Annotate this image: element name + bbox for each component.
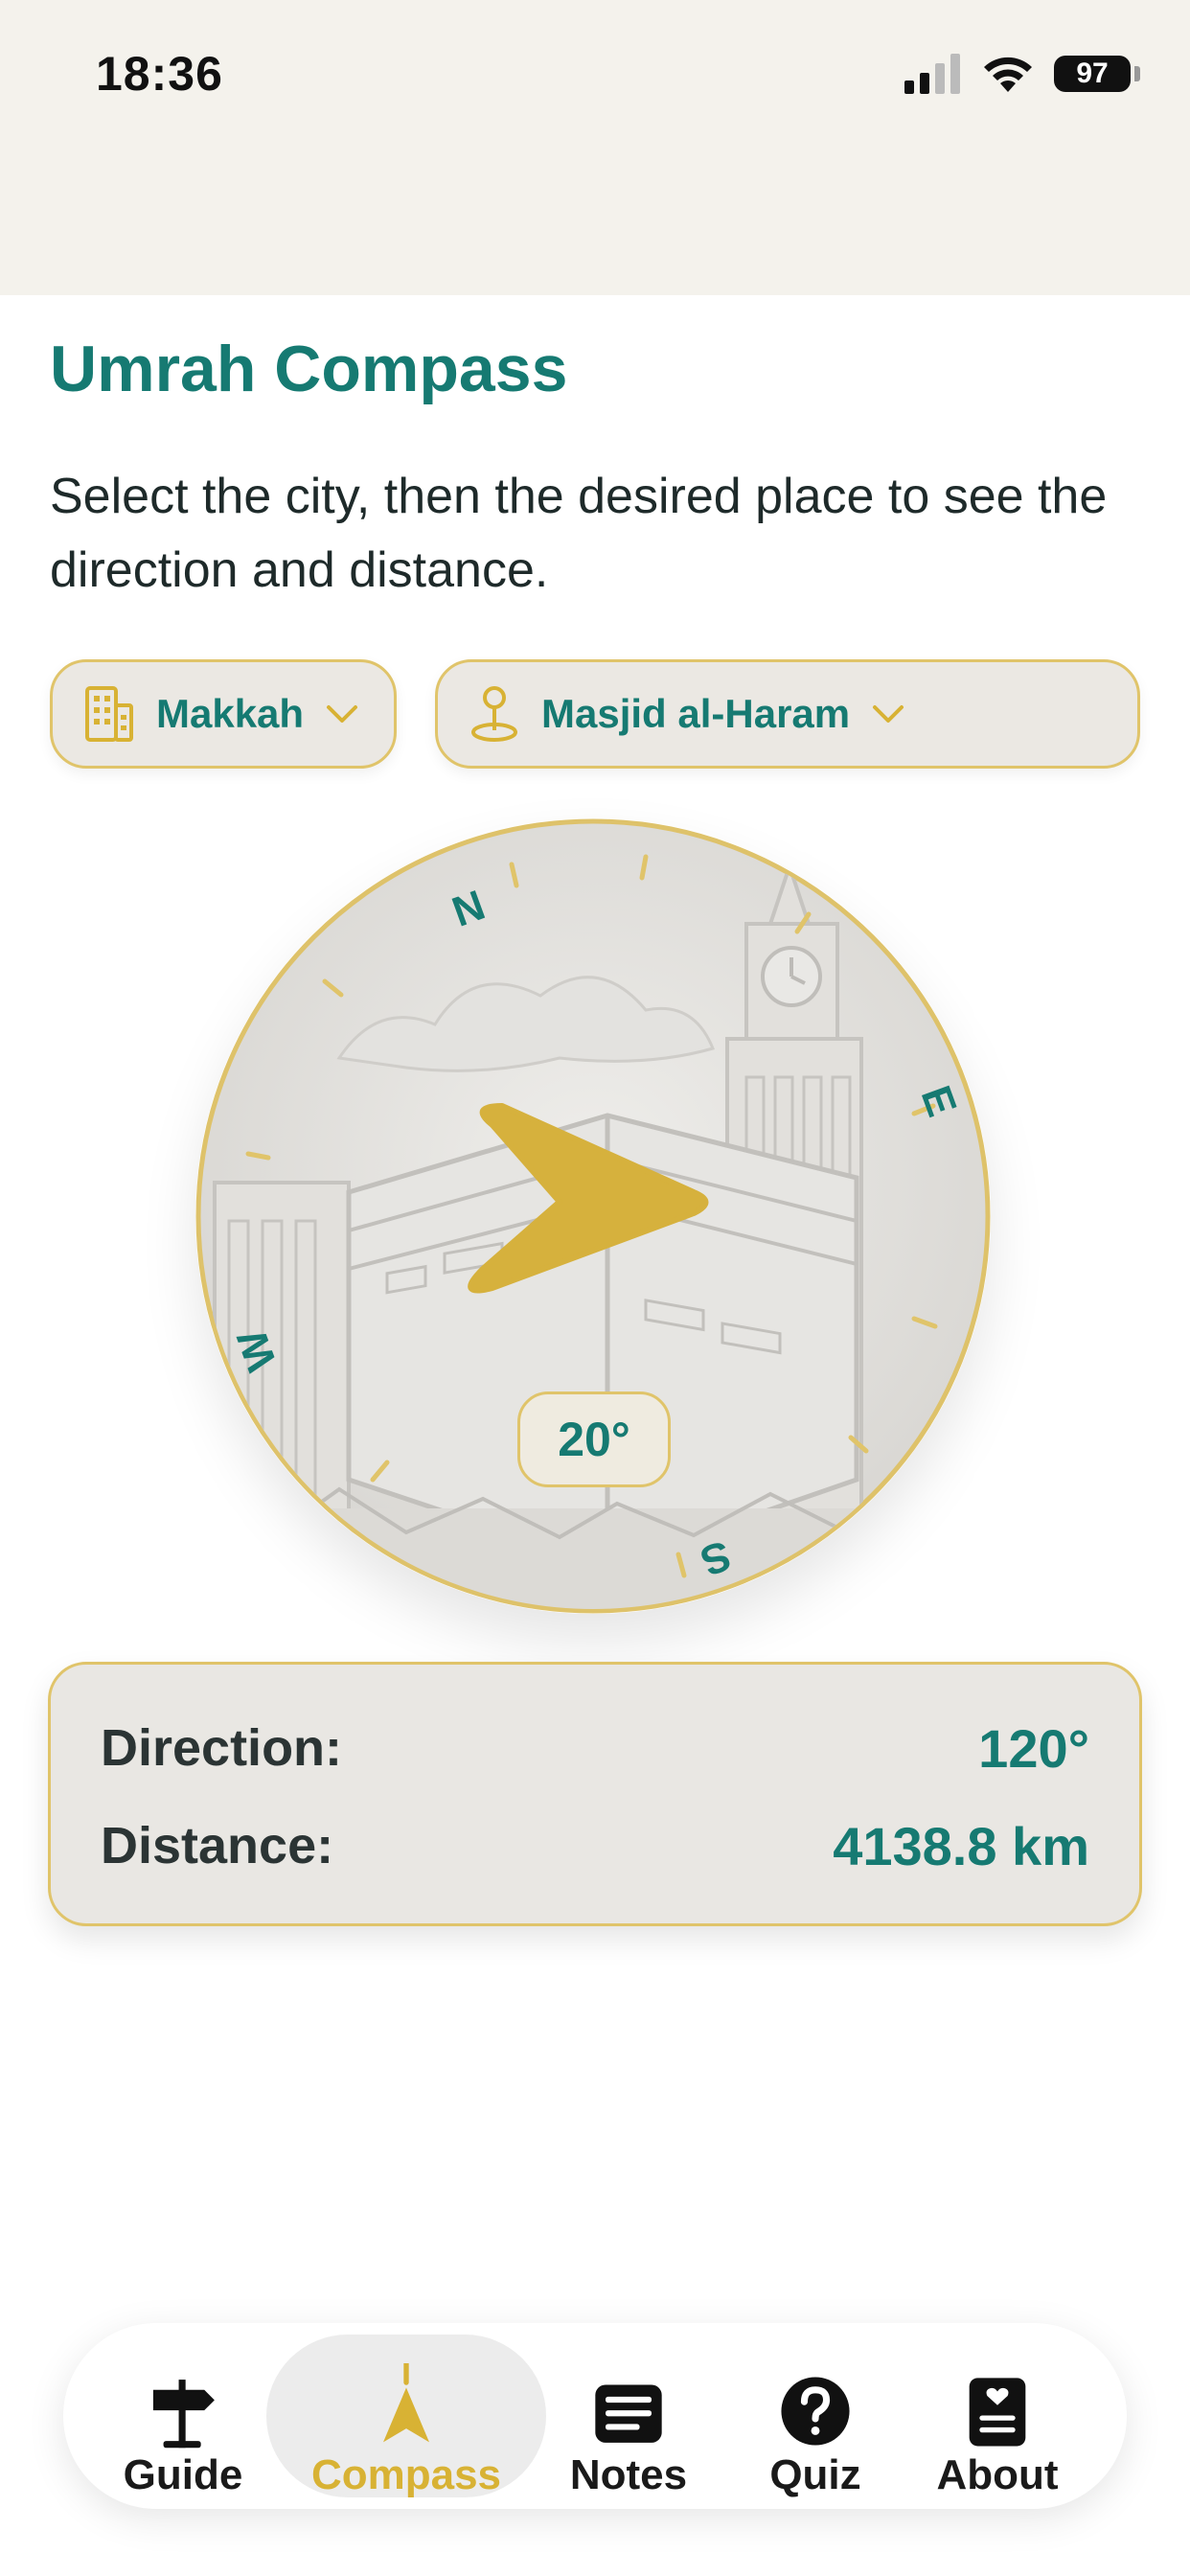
signpost-icon	[140, 2363, 226, 2450]
tab-about-label: About	[936, 2451, 1059, 2498]
city-select[interactable]: Makkah	[50, 659, 397, 769]
tab-guide-label: Guide	[123, 2451, 243, 2498]
chevron-down-icon	[327, 705, 358, 723]
battery-cap	[1134, 66, 1140, 81]
tab-compass-label: Compass	[310, 2451, 502, 2498]
page-title: Umrah Compass	[50, 333, 568, 405]
tab-notes-label: Notes	[569, 2451, 688, 2498]
info-card: Direction: 120° Distance: 4138.8 km	[48, 1662, 1142, 1926]
distance-label: Distance:	[101, 1817, 334, 1874]
building-icon	[81, 684, 137, 744]
status-icons: 97	[904, 52, 1144, 98]
direction-value: 120°	[978, 1717, 1089, 1779]
direction-label: Direction:	[101, 1719, 343, 1777]
tab-guide[interactable]: Guide	[111, 2323, 255, 2509]
city-select-label: Makkah	[156, 691, 305, 736]
direction-row: Direction: 120°	[101, 1714, 1089, 1782]
status-bar: 18:36 97	[0, 0, 1190, 295]
distance-value: 4138.8 km	[833, 1815, 1089, 1876]
tab-about[interactable]: About	[916, 2323, 1079, 2509]
page-subtitle: Select the city, then the desired place …	[50, 469, 1108, 598]
compass[interactable]: N E S W	[195, 818, 991, 1614]
place-select[interactable]: Masjid al-Haram	[435, 659, 1140, 769]
heading-badge: 20°	[517, 1392, 671, 1487]
battery-icon: 97	[1054, 56, 1131, 92]
location-pin-icon	[467, 684, 522, 744]
place-select-label: Masjid al-Haram	[541, 691, 851, 736]
tab-quiz[interactable]: Quiz	[744, 2323, 887, 2509]
distance-row: Distance: 4138.8 km	[101, 1812, 1089, 1879]
status-time: 18:36	[96, 47, 223, 101]
wifi-icon	[984, 57, 1032, 92]
compass-arrow-icon	[363, 2363, 449, 2450]
tab-bar: Guide Compass Notes Quiz About	[63, 2323, 1127, 2509]
tab-quiz-label: Quiz	[769, 2451, 861, 2498]
question-mark-icon	[772, 2363, 858, 2450]
about-icon	[954, 2363, 1041, 2450]
notes-icon	[585, 2363, 672, 2450]
compass-dial: N E S W	[195, 818, 991, 1614]
tab-notes[interactable]: Notes	[542, 2323, 715, 2509]
tab-compass[interactable]: Compass	[266, 2323, 546, 2509]
signal-icon	[904, 54, 960, 94]
chevron-down-icon	[873, 705, 904, 723]
